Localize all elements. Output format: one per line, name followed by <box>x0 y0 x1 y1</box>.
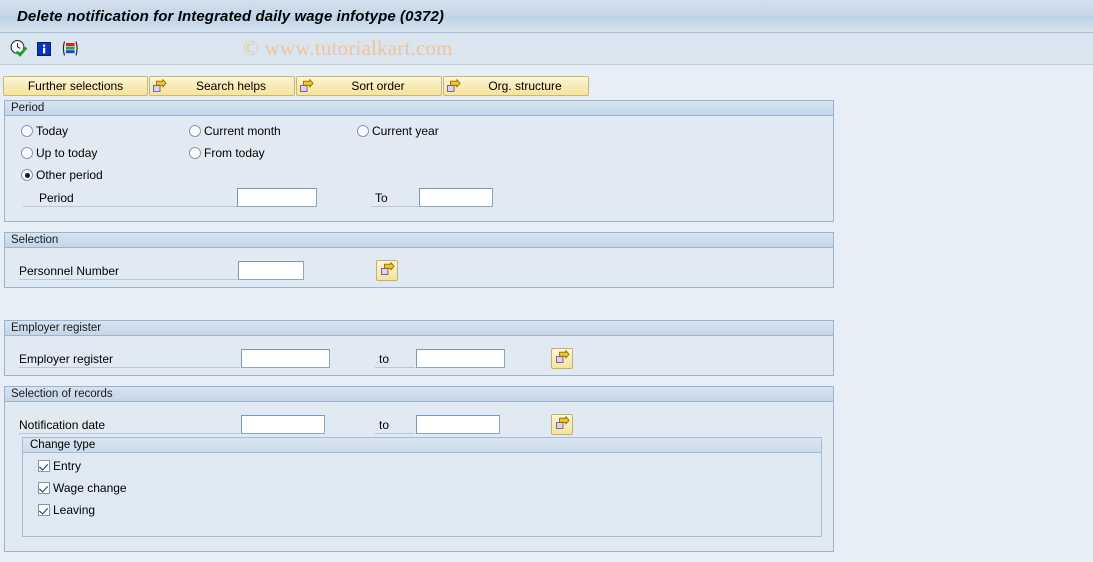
application-toolbar <box>0 33 1093 65</box>
period-panel: Period Today Current month Current year … <box>4 100 834 222</box>
change-type-title: Change type <box>23 438 821 453</box>
org-structure-button[interactable]: Org. structure <box>443 76 589 96</box>
arrow-right-icon <box>151 77 168 95</box>
radio-button-from-today-icon <box>189 147 201 159</box>
radio-button-current-month-icon <box>189 125 201 137</box>
sort-order-label: Sort order <box>351 79 405 93</box>
notification-date-multi-select-button[interactable] <box>551 414 573 435</box>
selection-of-records-panel-title: Selection of records <box>5 387 833 402</box>
period-panel-title: Period <box>5 101 833 116</box>
period-from-input[interactable] <box>237 188 317 207</box>
arrow-right-icon <box>445 77 462 95</box>
checkbox-leaving-label: Leaving <box>53 503 96 517</box>
employer-register-label: Employer register <box>19 352 114 366</box>
period-to-input[interactable] <box>419 188 493 207</box>
period-field-label: Period <box>39 191 74 205</box>
notification-date-to-label-underline <box>375 433 415 434</box>
org-structure-label: Org. structure <box>488 79 562 93</box>
selection-of-records-panel: Selection of records Notification date t… <box>4 386 834 552</box>
personnel-number-input[interactable] <box>238 261 304 280</box>
notification-date-label-underline <box>19 433 240 434</box>
radio-button-other-period-icon <box>21 169 33 181</box>
sort-order-button[interactable]: Sort order <box>296 76 442 96</box>
information-icon[interactable] <box>33 38 55 60</box>
window-title-bar: Delete notification for Integrated daily… <box>0 0 1093 33</box>
variant-bars-icon[interactable] <box>59 38 81 60</box>
arrow-right-icon <box>555 349 570 368</box>
employer-register-to-label: to <box>379 352 390 366</box>
employer-register-panel-title: Employer register <box>5 321 833 336</box>
checkbox-entry-label: Entry <box>53 459 82 473</box>
notification-date-label: Notification date <box>19 418 106 432</box>
personnel-number-label-underline <box>19 279 238 280</box>
selection-panel-title: Selection <box>5 233 833 248</box>
radio-current-month-label: Current month <box>204 124 281 138</box>
period-to-label-underline <box>371 206 419 207</box>
radio-today-label: Today <box>36 124 69 138</box>
arrow-right-icon <box>380 261 395 280</box>
further-selections-label: Further selections <box>27 79 124 93</box>
search-helps-label: Search helps <box>195 79 267 93</box>
radio-current-year[interactable]: Current year <box>357 124 439 138</box>
radio-current-month[interactable]: Current month <box>189 124 281 138</box>
employer-register-to-input[interactable] <box>416 349 505 368</box>
selection-panel-body: Personnel Number <box>5 248 833 286</box>
radio-current-year-label: Current year <box>372 124 439 138</box>
personnel-number-multi-select-button[interactable] <box>376 260 398 281</box>
radio-today[interactable]: Today <box>21 124 68 138</box>
execute-clock-check-icon[interactable] <box>7 38 29 60</box>
selection-panel: Selection Personnel Number <box>4 232 834 288</box>
radio-up-to-today[interactable]: Up to today <box>21 146 97 160</box>
checkbox-wage-change-label: Wage change <box>53 481 127 495</box>
checkbox-leaving-icon <box>38 504 50 516</box>
radio-from-today-label: From today <box>204 146 265 160</box>
selection-of-records-panel-body: Notification date to Change type Entry W… <box>5 402 833 550</box>
radio-button-up-to-today-icon <box>21 147 33 159</box>
checkbox-wage-change-icon <box>38 482 50 494</box>
page-title: Delete notification for Integrated daily… <box>17 7 445 25</box>
selection-button-row: Further selections Search helps Sort ord… <box>3 76 589 96</box>
arrow-right-icon <box>555 415 570 434</box>
radio-other-period[interactable]: Other period <box>21 168 103 182</box>
notification-date-to-label: to <box>379 418 390 432</box>
employer-register-to-label-underline <box>375 367 415 368</box>
radio-button-current-year-icon <box>357 125 369 137</box>
notification-date-to-input[interactable] <box>416 415 500 434</box>
period-label-underline <box>23 206 237 207</box>
employer-register-from-input[interactable] <box>241 349 330 368</box>
personnel-number-label: Personnel Number <box>19 264 120 278</box>
employer-register-panel-body: Employer register to <box>5 336 833 374</box>
checkbox-entry-icon <box>38 460 50 472</box>
period-to-label: To <box>375 191 388 205</box>
checkbox-entry[interactable]: Entry <box>38 459 81 473</box>
notification-date-from-input[interactable] <box>241 415 325 434</box>
period-panel-body: Today Current month Current year Up to t… <box>5 116 833 220</box>
radio-button-today-icon <box>21 125 33 137</box>
change-type-groupbox: Change type Entry Wage change Leaving <box>22 437 822 537</box>
radio-from-today[interactable]: From today <box>189 146 265 160</box>
checkbox-wage-change[interactable]: Wage change <box>38 481 127 495</box>
radio-other-period-label: Other period <box>36 168 103 182</box>
further-selections-button[interactable]: Further selections <box>3 76 148 96</box>
checkbox-leaving[interactable]: Leaving <box>38 503 95 517</box>
arrow-right-icon <box>298 77 315 95</box>
employer-register-panel: Employer register Employer register to <box>4 320 834 376</box>
radio-up-to-today-label: Up to today <box>36 146 98 160</box>
search-helps-button[interactable]: Search helps <box>149 76 295 96</box>
employer-register-label-underline <box>19 367 240 368</box>
employer-register-multi-select-button[interactable] <box>551 348 573 369</box>
